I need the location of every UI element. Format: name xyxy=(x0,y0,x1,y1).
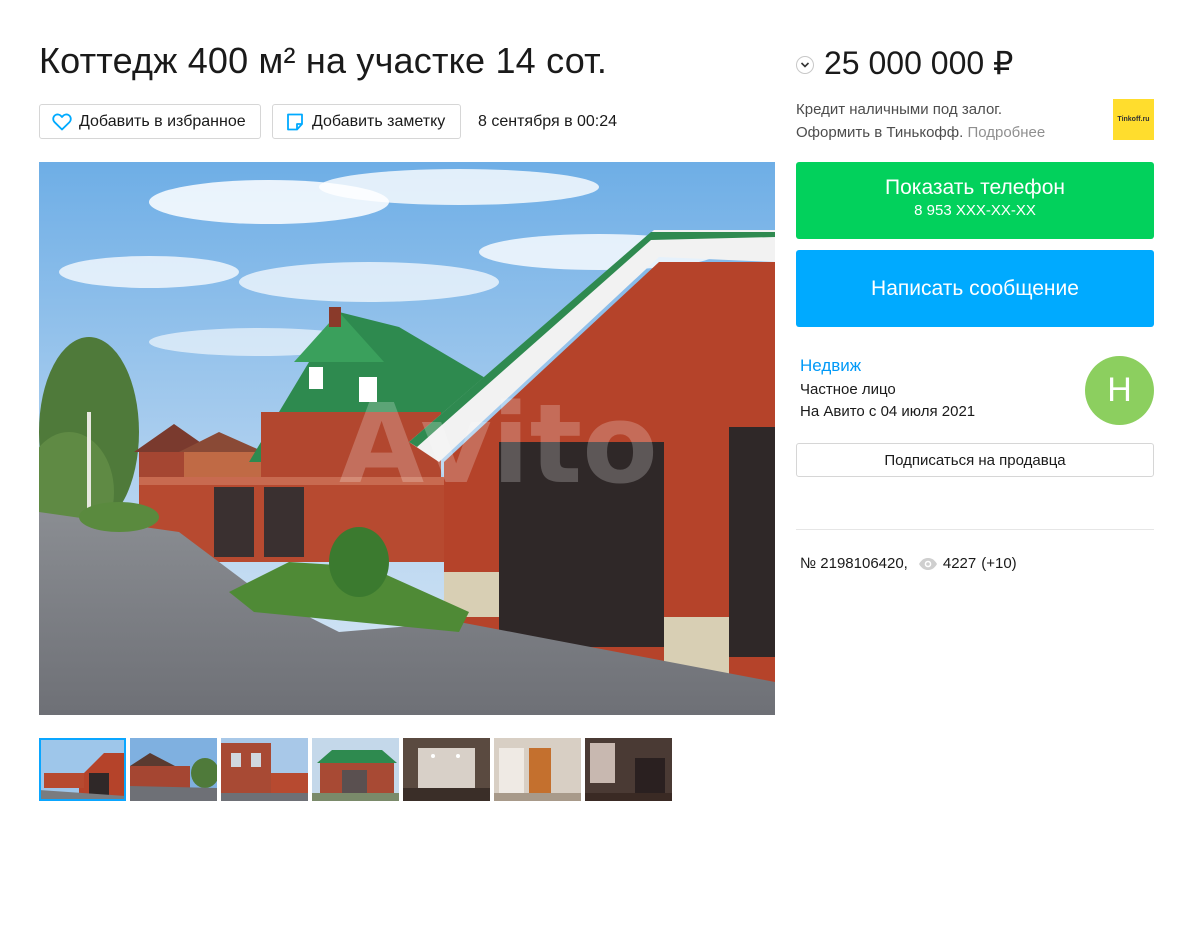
credit-line-2: Оформить в Тинькофф. xyxy=(796,124,964,141)
avito-watermark: Avito xyxy=(339,380,658,508)
price-block: 25 000 000 ₽ xyxy=(796,44,1013,82)
thumbnail-2[interactable] xyxy=(130,738,217,801)
view-count-delta: (+10) xyxy=(981,555,1017,572)
show-phone-button[interactable]: Показать телефон 8 953 XXX-XX-XX xyxy=(796,162,1154,239)
credit-ad[interactable]: Кредит наличными под залог. Оформить в Т… xyxy=(796,98,1154,142)
add-note-button[interactable]: Добавить заметку xyxy=(272,104,461,139)
thumbnail-7[interactable] xyxy=(585,738,672,801)
thumbnail-1[interactable] xyxy=(39,738,126,801)
action-row: Добавить в избранное Добавить заметку 8 … xyxy=(39,104,617,139)
note-icon xyxy=(287,113,303,130)
main-photo[interactable]: Avito xyxy=(39,162,775,715)
house-photo-image: Avito xyxy=(39,162,775,715)
thumbnail-6[interactable] xyxy=(494,738,581,801)
view-count: 4227 xyxy=(942,555,977,572)
price-value: 25 000 000 ₽ xyxy=(824,45,1014,81)
listing-title: Коттедж 400 м² на участке 14 сот. xyxy=(39,40,608,81)
divider xyxy=(796,529,1154,530)
seller-avatar[interactable]: Н xyxy=(1085,356,1154,425)
masked-phone: 8 953 XXX-XX-XX xyxy=(914,202,1036,219)
listing-number: № 2198106420, xyxy=(800,555,908,572)
credit-line-2-wrap: Оформить в Тинькофф. Подробнее xyxy=(796,121,1154,144)
chevron-down-icon xyxy=(800,62,810,68)
listing-meta: № 2198106420, 4227 (+10) xyxy=(800,555,1017,572)
thumbnail-strip xyxy=(39,738,676,801)
add-to-favorites-label: Добавить в избранное xyxy=(79,112,246,130)
tinkoff-logo: Tinkoff.ru xyxy=(1113,99,1154,140)
write-message-button[interactable]: Написать сообщение xyxy=(796,250,1154,327)
listing-date: 8 сентября в 00:24 xyxy=(478,112,618,130)
eye-icon xyxy=(918,557,938,571)
show-phone-label: Показать телефон xyxy=(885,176,1065,199)
credit-line-1: Кредит наличными под залог. xyxy=(796,101,1003,118)
thumbnail-5[interactable] xyxy=(403,738,490,801)
price-history-toggle[interactable] xyxy=(796,56,814,74)
thumbnail-4[interactable] xyxy=(312,738,399,801)
add-note-label: Добавить заметку xyxy=(312,112,446,130)
thumbnail-3[interactable] xyxy=(221,738,308,801)
subscribe-seller-button[interactable]: Подписаться на продавца xyxy=(796,443,1154,477)
credit-more-link[interactable]: Подробнее xyxy=(967,124,1045,141)
heart-icon xyxy=(52,113,72,130)
add-to-favorites-button[interactable]: Добавить в избранное xyxy=(39,104,261,139)
